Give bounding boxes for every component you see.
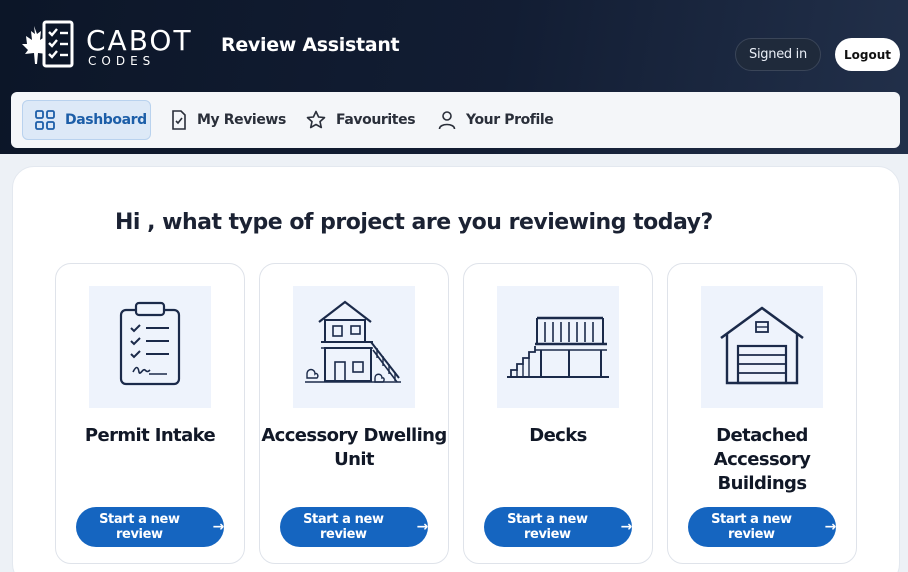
star-icon bbox=[306, 110, 326, 129]
arrow-right-icon: → bbox=[824, 519, 837, 535]
brand-logo[interactable]: CABOT CODES bbox=[14, 20, 194, 70]
card-title: Decks bbox=[529, 425, 587, 446]
card-title: Permit Intake bbox=[84, 425, 216, 446]
card-title: Accessory Dwelling Unit bbox=[261, 425, 447, 470]
nav-item-my-reviews[interactable]: My Reviews bbox=[171, 100, 286, 140]
start-review-button-accessory-dwelling-unit[interactable]: Start a new review → bbox=[280, 507, 428, 547]
nav-item-favourites[interactable]: Favourites bbox=[306, 100, 416, 140]
start-review-button-detached-accessory-buildings[interactable]: Start a new review → bbox=[688, 507, 836, 547]
page-greeting: Hi , what type of project are you review… bbox=[115, 210, 713, 235]
arrow-right-icon: → bbox=[620, 519, 633, 535]
start-review-button-decks[interactable]: Start a new review → bbox=[484, 507, 632, 547]
arrow-right-icon: → bbox=[416, 519, 429, 535]
arrow-right-icon: → bbox=[212, 519, 225, 535]
nav-label-your-profile: Your Profile bbox=[466, 112, 554, 128]
app-title: Review Assistant bbox=[221, 34, 400, 56]
dashboard-grid-icon bbox=[35, 110, 55, 130]
project-card-decks: Decks Start a new review → bbox=[463, 263, 653, 564]
nav-label-dashboard: Dashboard bbox=[65, 112, 147, 128]
button-label: Start a new review bbox=[507, 512, 588, 542]
start-review-button-permit-intake[interactable]: Start a new review → bbox=[76, 507, 224, 547]
two-storey-house-illustration bbox=[293, 286, 415, 408]
project-card-permit-intake: Permit Intake Start a new review → bbox=[55, 263, 245, 564]
user-icon bbox=[438, 111, 456, 130]
nav-item-your-profile[interactable]: Your Profile bbox=[438, 100, 554, 140]
nav-label-my-reviews: My Reviews bbox=[197, 112, 286, 128]
maple-leaf-checklist-icon bbox=[22, 20, 74, 68]
project-card-accessory-dwelling-unit: Accessory Dwelling Unit Start a new revi… bbox=[259, 263, 449, 564]
deck-with-stairs-illustration bbox=[497, 286, 619, 408]
button-label: Start a new review bbox=[99, 512, 180, 542]
garage-illustration bbox=[701, 286, 823, 408]
button-label: Start a new review bbox=[303, 512, 384, 542]
card-title: Detached Accessory Buildings bbox=[713, 425, 811, 494]
logout-button[interactable]: Logout bbox=[835, 38, 900, 71]
document-check-icon bbox=[172, 110, 186, 130]
nav-item-dashboard[interactable]: Dashboard bbox=[22, 100, 151, 140]
main-nav: Dashboard My Reviews Favourites Your Pro… bbox=[11, 92, 900, 148]
signed-in-badge: Signed in bbox=[735, 38, 821, 71]
button-label: Start a new review bbox=[711, 512, 792, 542]
project-card-detached-accessory-buildings: Detached Accessory Buildings Start a new… bbox=[667, 263, 857, 564]
brand-subtitle: CODES bbox=[88, 54, 156, 68]
brand-name: CABOT bbox=[86, 24, 193, 57]
clipboard-checklist-illustration bbox=[89, 286, 211, 408]
nav-label-favourites: Favourites bbox=[336, 112, 416, 128]
